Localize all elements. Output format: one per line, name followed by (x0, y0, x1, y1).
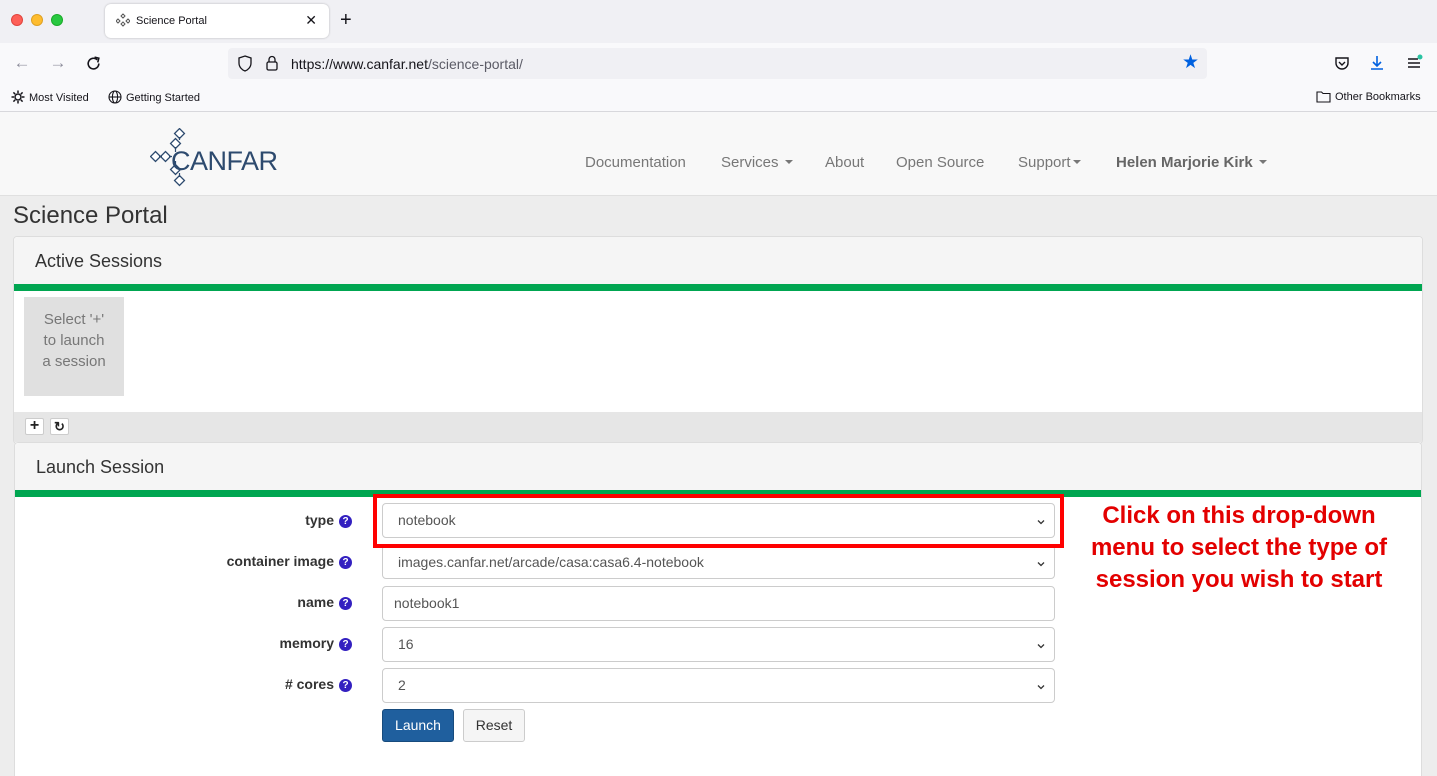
name-label: name? (297, 594, 352, 610)
bookmark-most-visited[interactable]: Most Visited (11, 90, 89, 104)
nav-services-label: Services (721, 154, 779, 171)
memory-select-value: 16 (398, 636, 414, 652)
gear-icon (11, 90, 25, 104)
bookmark-label: Most Visited (29, 92, 89, 104)
page-title: Science Portal (13, 202, 168, 229)
launch-button[interactable]: Launch (382, 709, 454, 742)
pocket-icon[interactable] (1333, 54, 1351, 72)
annotation-callout: Click on this drop-down menu to select t… (1069, 500, 1409, 596)
placeholder-line: to launch (43, 332, 105, 349)
chevron-down-icon (1037, 562, 1045, 567)
nav-support[interactable]: Support (1018, 154, 1081, 171)
refresh-sessions-button[interactable]: ↻ (50, 418, 69, 435)
type-select-value: notebook (398, 512, 456, 528)
help-icon[interactable]: ? (339, 556, 352, 569)
canfar-favicon-icon (116, 13, 130, 27)
annotation-line: Click on this drop-down (1102, 502, 1376, 529)
nav-services[interactable]: Services (721, 154, 793, 171)
annotation-line: session you wish to start (1095, 566, 1383, 593)
site-header: CANFAR Documentation Services About Open… (0, 112, 1437, 196)
cores-select[interactable]: 2 (382, 668, 1055, 703)
window-close-button[interactable] (11, 14, 23, 26)
help-icon[interactable]: ? (339, 597, 352, 610)
folder-icon (1316, 91, 1331, 103)
active-sessions-heading: Active Sessions (14, 237, 1422, 291)
bookmark-other-bookmarks[interactable]: Other Bookmarks (1316, 90, 1421, 103)
launch-session-heading: Launch Session (15, 443, 1421, 497)
memory-select[interactable]: 16 (382, 627, 1055, 662)
name-input-value: notebook1 (394, 595, 460, 611)
container-image-label: container image? (227, 553, 352, 569)
container-image-select[interactable]: images.canfar.net/arcade/casa:casa6.4-no… (382, 545, 1055, 579)
cores-label: # cores? (285, 676, 352, 692)
placeholder-line: Select '+' (43, 311, 105, 328)
url-path: /science-portal/ (427, 56, 523, 72)
bookmark-label: Other Bookmarks (1335, 91, 1421, 103)
tab-title: Science Portal (136, 15, 207, 27)
url-bar[interactable]: https://www.canfar.net/science-portal/ ★ (228, 48, 1207, 79)
annotation-line: menu to select the type of (1090, 534, 1388, 561)
caret-down-icon (784, 160, 793, 164)
name-label-text: name (297, 594, 334, 610)
active-sessions-title: Active Sessions (35, 251, 163, 271)
type-label: type? (305, 512, 352, 528)
memory-label-text: memory (279, 635, 334, 651)
cores-select-value: 2 (398, 677, 406, 693)
tab-close-icon[interactable]: ✕ (305, 12, 317, 29)
forward-arrow-icon[interactable]: → (48, 53, 68, 73)
chevron-down-icon (1037, 520, 1045, 525)
bookmark-getting-started[interactable]: Getting Started (108, 90, 200, 104)
type-select[interactable]: notebook (382, 503, 1055, 538)
window-zoom-button[interactable] (51, 14, 63, 26)
launch-session-title: Launch Session (36, 457, 165, 477)
lock-icon[interactable] (265, 55, 279, 71)
name-input[interactable]: notebook1 (382, 586, 1055, 621)
url-text: https://www.canfar.net/science-portal/ (291, 56, 523, 72)
bookmark-label: Getting Started (126, 92, 200, 104)
cores-label-text: # cores (284, 676, 334, 692)
back-arrow-icon[interactable]: ← (12, 53, 32, 73)
bookmarks-bar: Most Visited Getting Started Other Bookm… (0, 85, 1437, 112)
help-icon[interactable]: ? (339, 515, 352, 528)
browser-tab-bar: Science Portal ✕ + (0, 0, 1437, 43)
caret-down-icon (1258, 160, 1267, 164)
nav-about[interactable]: About (825, 154, 864, 171)
session-placeholder-card: Select '+' to launch a session (24, 297, 124, 396)
help-icon[interactable]: ? (339, 679, 352, 692)
caret-down-icon (1072, 160, 1081, 164)
reload-icon[interactable] (85, 55, 102, 72)
window-minimize-button[interactable] (31, 14, 43, 26)
help-icon[interactable]: ? (339, 638, 352, 651)
nav-user-menu[interactable]: Helen Marjorie Kirk (1116, 154, 1267, 171)
placeholder-line: a session (42, 353, 106, 370)
app-menu-icon[interactable] (1405, 54, 1423, 72)
chevron-down-icon (1037, 685, 1045, 690)
sessions-toolbar: + ↻ (14, 412, 1422, 442)
browser-nav-bar: ← → https://www.canfar.net/science-porta… (0, 43, 1437, 85)
url-host: https://www.canfar.net (291, 56, 428, 72)
container-image-select-value: images.canfar.net/arcade/casa:casa6.4-no… (398, 554, 704, 570)
add-session-button[interactable]: + (25, 418, 44, 435)
canfar-logo[interactable]: CANFAR (150, 128, 278, 192)
globe-icon (108, 90, 122, 104)
type-label-text: type (305, 512, 334, 528)
nav-support-label: Support (1018, 154, 1071, 171)
nav-documentation[interactable]: Documentation (585, 154, 686, 171)
logo-text: CANFAR (171, 146, 278, 176)
container-image-label-text: container image (226, 553, 334, 569)
tracking-protection-shield-icon[interactable] (237, 55, 253, 72)
reset-button[interactable]: Reset (463, 709, 525, 742)
user-name: Helen Marjorie Kirk (1116, 154, 1253, 171)
memory-label: memory? (280, 635, 352, 651)
downloads-icon[interactable] (1368, 54, 1386, 72)
bookmark-star-icon[interactable]: ★ (1182, 53, 1199, 73)
new-tab-button[interactable]: + (340, 10, 352, 30)
nav-open-source[interactable]: Open Source (896, 154, 984, 171)
chevron-down-icon (1037, 644, 1045, 649)
browser-tab-science-portal[interactable]: Science Portal ✕ (105, 4, 329, 38)
